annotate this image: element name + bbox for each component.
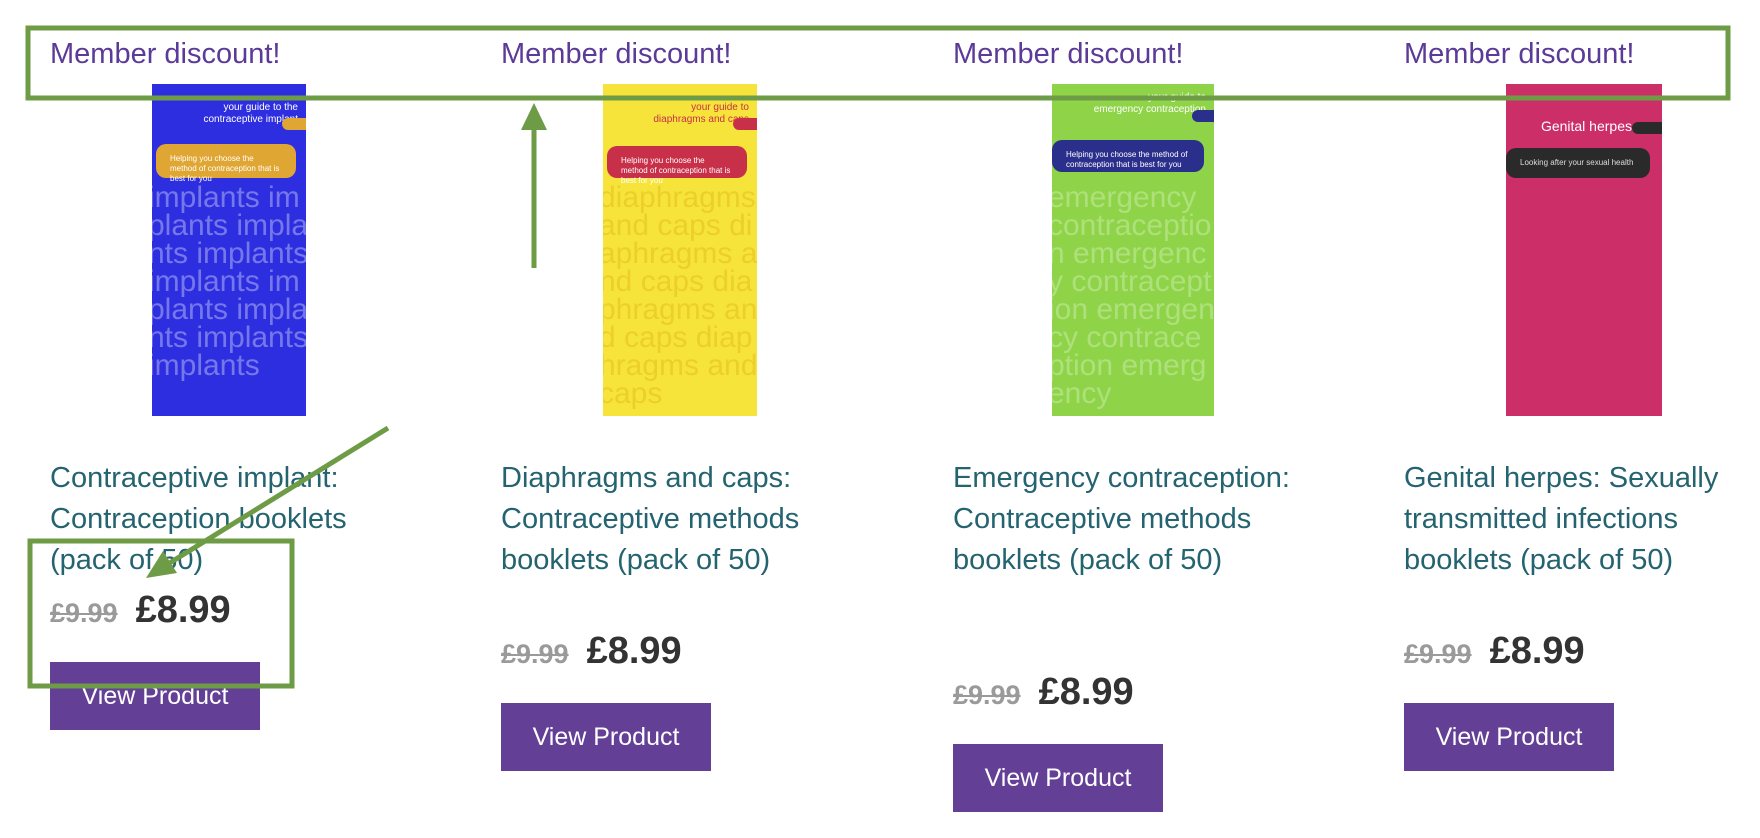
product-image[interactable]: your guide to diaphragms and caps Helpin… xyxy=(603,84,757,416)
view-product-button[interactable]: View Product xyxy=(953,744,1163,812)
cover-tagline: diaphragms and caps xyxy=(653,114,749,125)
cover-watermark: emergency contraception emergency contra… xyxy=(1052,184,1214,410)
member-discount-badge: Member discount! xyxy=(501,38,732,70)
member-discount-badge: Member discount! xyxy=(953,38,1184,70)
cover-panel: Helping you choose the method of contrac… xyxy=(607,146,747,185)
product-title[interactable]: Diaphragms and caps: Contraceptive metho… xyxy=(501,458,841,581)
cover-panel: Helping you choose the method of contrac… xyxy=(1052,140,1204,172)
member-discount-badge: Member discount! xyxy=(1404,38,1635,70)
product-title[interactable]: Contraceptive implant: Contraception boo… xyxy=(50,458,390,581)
product-image[interactable]: your guide to emergency contraception He… xyxy=(1052,84,1214,416)
original-price: £9.99 xyxy=(953,680,1021,710)
price-row: £9.99 £8.99 xyxy=(501,630,682,673)
cover-tagline: your guide to xyxy=(1148,92,1206,103)
cover-tagline: emergency contraception xyxy=(1093,104,1206,115)
cover-panel: Helping you choose the method of contrac… xyxy=(156,144,296,183)
original-price: £9.99 xyxy=(50,598,118,628)
price-row: £9.99 £8.99 xyxy=(953,671,1134,714)
product-title[interactable]: Genital herpes: Sexually transmitted inf… xyxy=(1404,458,1744,581)
member-discount-badge: Member discount! xyxy=(50,38,281,70)
product-image[interactable]: Genital herpes Looking after your sexual… xyxy=(1506,84,1662,416)
cover-watermark: diaphragms and caps diaphragms and caps … xyxy=(603,184,757,410)
cover-pill xyxy=(1192,110,1214,122)
discounted-price: £8.99 xyxy=(135,589,231,631)
discounted-price: £8.99 xyxy=(1489,630,1585,672)
price-row: £9.99 £8.99 xyxy=(50,589,231,632)
view-product-button[interactable]: View Product xyxy=(50,662,260,730)
arrow-up-head xyxy=(521,103,547,130)
original-price: £9.99 xyxy=(1404,639,1472,669)
cover-pill xyxy=(282,118,306,130)
discounted-price: £8.99 xyxy=(586,630,682,672)
original-price: £9.99 xyxy=(501,639,569,669)
discounted-price: £8.99 xyxy=(1038,671,1134,713)
cover-tagline: Genital herpes xyxy=(1540,118,1632,134)
cover-pill xyxy=(733,118,757,130)
product-image[interactable]: your guide to the contraceptive implant … xyxy=(152,84,306,416)
view-product-button[interactable]: View Product xyxy=(1404,703,1614,771)
cover-panel: Looking after your sexual health xyxy=(1506,148,1650,178)
product-title[interactable]: Emergency contraception: Contraceptive m… xyxy=(953,458,1293,581)
cover-watermark: implants implants implants implants impl… xyxy=(152,184,306,382)
cover-pill xyxy=(1632,122,1662,134)
view-product-button[interactable]: View Product xyxy=(501,703,711,771)
cover-tagline: your guide to the xyxy=(223,102,299,113)
cover-tagline: your guide to xyxy=(691,102,749,113)
cover-tagline: contraceptive implant xyxy=(203,114,299,125)
price-row: £9.99 £8.99 xyxy=(1404,630,1585,673)
